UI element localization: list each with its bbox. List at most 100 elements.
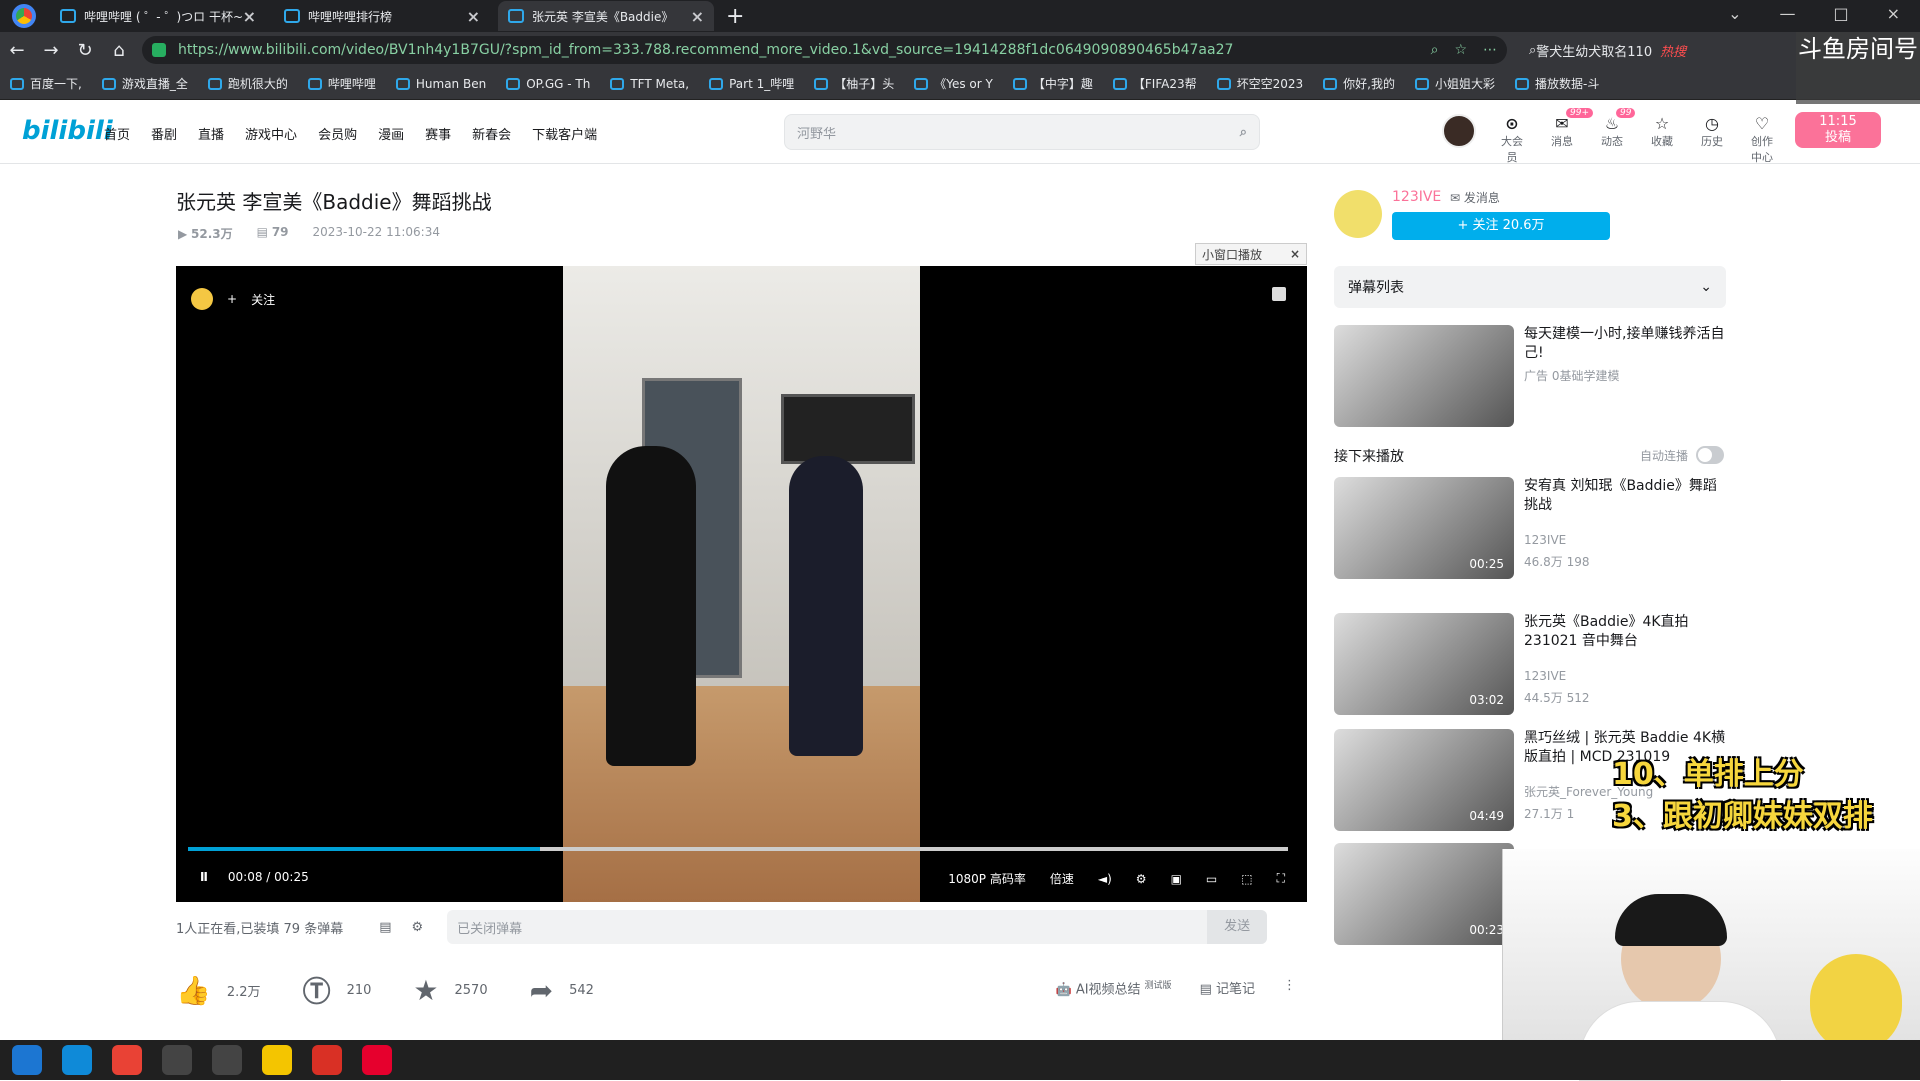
upload-button[interactable]: 11:15 投稿 <box>1795 112 1881 148</box>
close-icon[interactable]: × <box>1290 247 1300 261</box>
close-tab-icon[interactable]: × <box>691 7 704 26</box>
bookmark-item[interactable]: Part 1_哔哩 <box>709 75 794 92</box>
browser-tab-home[interactable]: 哔哩哔哩 ( ゜- ゜)つロ 干杯~ × <box>50 1 266 31</box>
bookmark-item[interactable]: 游戏直播_全 <box>101 75 188 92</box>
like-button[interactable]: 👍 2.2万 <box>176 974 261 1007</box>
bookmark-item[interactable]: 哔哩哔哩 <box>307 75 376 92</box>
bookmark-item[interactable]: 【FIFA23帮 <box>1112 75 1197 92</box>
mini-player-button[interactable]: 小窗口播放 × <box>1195 243 1307 265</box>
recommendation-card[interactable]: 03:02 张元英《Baddie》4K直拍231021 音中舞台 123IVE 44.… <box>1334 613 1726 717</box>
address-bar[interactable]: https://www.bilibili.com/video/BV1nh4y1B… <box>142 36 1507 64</box>
bookmark-item[interactable]: 【柚子】头 <box>814 75 894 92</box>
pause-icon[interactable]: Ⅱ <box>200 870 208 884</box>
browser-tab-ranking[interactable]: 哔哩哔哩排行榜 × <box>274 1 490 31</box>
user-toolbar-item[interactable]: ♨ 动态 99 <box>1598 108 1636 165</box>
search-icon[interactable]: ⌕ <box>1240 125 1247 140</box>
user-avatar[interactable] <box>1442 114 1476 148</box>
search-icon[interactable]: ⌕ <box>1431 42 1439 58</box>
video-player[interactable]: + 关注 Ⅱ 00:08 / 00:25 1080P 高码率 倍速 ◄) ⚙ ▣ ▭ ⬚ ⛶ <box>176 266 1307 902</box>
nav-item[interactable]: 首页 <box>104 124 130 143</box>
picture-in-picture-icon[interactable]: ▣ <box>1171 872 1182 886</box>
search-input[interactable]: 河野华 ⌕ <box>784 114 1260 150</box>
minimize-icon[interactable]: — <box>1779 4 1795 23</box>
share-button[interactable]: ➦ 542 <box>530 974 594 1007</box>
autoplay-toggle[interactable]: 自动连播 <box>1640 446 1725 464</box>
fullscreen-icon[interactable]: ⛶ <box>1277 871 1285 886</box>
widescreen-icon[interactable]: ▭ <box>1206 872 1217 886</box>
bookmark-item[interactable]: OP.GG - Th <box>506 77 590 91</box>
restore-icon[interactable]: □ <box>1833 4 1848 23</box>
recommendation-card[interactable]: 00:25 安宥真 刘知珉《Baddie》舞蹈挑战 123IVE 46.8万 198 <box>1334 477 1726 581</box>
more-icon[interactable]: ⋯ <box>1483 42 1497 58</box>
nav-item[interactable]: 会员购 <box>318 124 357 143</box>
user-toolbar-item[interactable]: ✉ 消息 99+ <box>1548 108 1593 165</box>
nav-item[interactable]: 游戏中心 <box>245 124 297 143</box>
chevron-down-icon[interactable]: ⌄ <box>1700 279 1712 295</box>
app-icon[interactable] <box>262 1045 292 1075</box>
start-menu-icon[interactable] <box>12 1045 42 1075</box>
side-search-box[interactable]: ⌕ 警犬生幼犬取名110 热搜 <box>1529 41 1686 60</box>
bookmark-item[interactable]: TFT Meta, <box>610 77 689 91</box>
bookmark-item[interactable]: 跑机很大的 <box>207 75 288 92</box>
ad-card[interactable]: 每天建模一小时,接单赚钱养活自己! 广告 0基础学建模 <box>1334 325 1726 429</box>
app-icon[interactable] <box>162 1045 192 1075</box>
player-follow-overlay[interactable]: + 关注 <box>191 288 275 310</box>
user-toolbar-item[interactable]: ☆ 收藏 <box>1648 114 1676 165</box>
ai-summary-button[interactable]: 🤖 AI视频总结 测试版 <box>1055 978 1171 997</box>
nav-item[interactable]: 新春会 <box>472 124 511 143</box>
bilibili-logo[interactable]: bilibili <box>22 116 113 146</box>
danmaku-settings-icon[interactable]: ⚙ <box>412 920 424 935</box>
netease-icon[interactable] <box>362 1045 392 1075</box>
follow-button[interactable]: + 关注 20.6万 <box>1392 212 1610 240</box>
edge-icon[interactable] <box>62 1045 92 1075</box>
toggle-switch[interactable] <box>1696 446 1725 464</box>
app-icon[interactable] <box>312 1045 342 1075</box>
new-tab-button[interactable]: + <box>726 4 744 29</box>
coin-button[interactable]: Ⓣ 210 <box>303 970 372 1010</box>
bookmark-item[interactable]: 百度一下, <box>10 75 82 92</box>
close-window-icon[interactable]: × <box>1887 4 1900 23</box>
quality-button[interactable]: 1080P 高码率 <box>948 870 1026 887</box>
app-icon[interactable] <box>212 1045 242 1075</box>
nav-item[interactable]: 漫画 <box>378 124 404 143</box>
bookmark-item[interactable]: 坏空空2023 <box>1216 75 1303 92</box>
uploader-avatar[interactable] <box>1334 190 1382 238</box>
send-danmaku-button[interactable]: 发送 <box>1207 910 1268 944</box>
close-tab-icon[interactable]: × <box>243 7 256 26</box>
user-toolbar-item[interactable]: ⊙ 大会员 <box>1498 114 1526 165</box>
bookmark-item[interactable]: Human Ben <box>395 77 486 91</box>
forward-button[interactable]: → <box>34 40 68 61</box>
user-toolbar-item[interactable]: ◷ 历史 <box>1698 114 1726 165</box>
bookmark-item[interactable]: 你好,我的 <box>1323 75 1395 92</box>
home-button[interactable]: ⌂ <box>102 40 136 61</box>
send-message-button[interactable]: ✉ 发消息 <box>1450 189 1500 206</box>
browser-tab-current[interactable]: 张元英 李宣美《Baddie》 × <box>498 1 714 31</box>
danmaku-toggle-icon[interactable]: ▤ <box>379 920 391 935</box>
danmaku-input[interactable]: 已关闭弹幕 发送 <box>447 910 1268 944</box>
notes-button[interactable]: ▤ 记笔记 <box>1200 978 1255 997</box>
nav-item[interactable]: 番剧 <box>151 124 177 143</box>
nav-item[interactable]: 下载客户端 <box>532 124 597 143</box>
back-button[interactable]: ← <box>0 40 34 61</box>
more-icon[interactable]: ⋮ <box>1283 978 1296 997</box>
bookmark-item[interactable]: 《Yes or Y <box>914 75 993 92</box>
nav-item[interactable]: 赛事 <box>425 124 451 143</box>
bookmark-item[interactable]: 播放数据-斗 <box>1515 75 1599 92</box>
danmaku-list[interactable]: 弹幕列表 ⌄ <box>1334 266 1726 308</box>
nav-item[interactable]: 直播 <box>198 124 224 143</box>
uploader-name[interactable]: 123IVE <box>1392 189 1441 205</box>
report-icon[interactable] <box>1272 287 1286 301</box>
volume-icon[interactable]: ◄) <box>1098 872 1112 886</box>
speed-button[interactable]: 倍速 <box>1050 870 1074 887</box>
reload-button[interactable]: ↻ <box>68 40 102 61</box>
settings-icon[interactable]: ⚙ <box>1136 872 1147 886</box>
user-toolbar-item[interactable]: ♡ 创作中心 <box>1748 114 1776 165</box>
progress-bar[interactable] <box>188 847 1288 851</box>
close-tab-icon[interactable]: × <box>467 7 480 26</box>
webpage-fullscreen-icon[interactable]: ⬚ <box>1241 872 1252 886</box>
bookmark-item[interactable]: 【中字】趣 <box>1012 75 1093 92</box>
star-icon[interactable]: ☆ <box>1454 42 1467 58</box>
tab-search-icon[interactable]: ⌄ <box>1728 4 1741 23</box>
chrome-icon[interactable] <box>112 1045 142 1075</box>
bookmark-item[interactable]: 小姐姐大彩 <box>1414 75 1495 92</box>
